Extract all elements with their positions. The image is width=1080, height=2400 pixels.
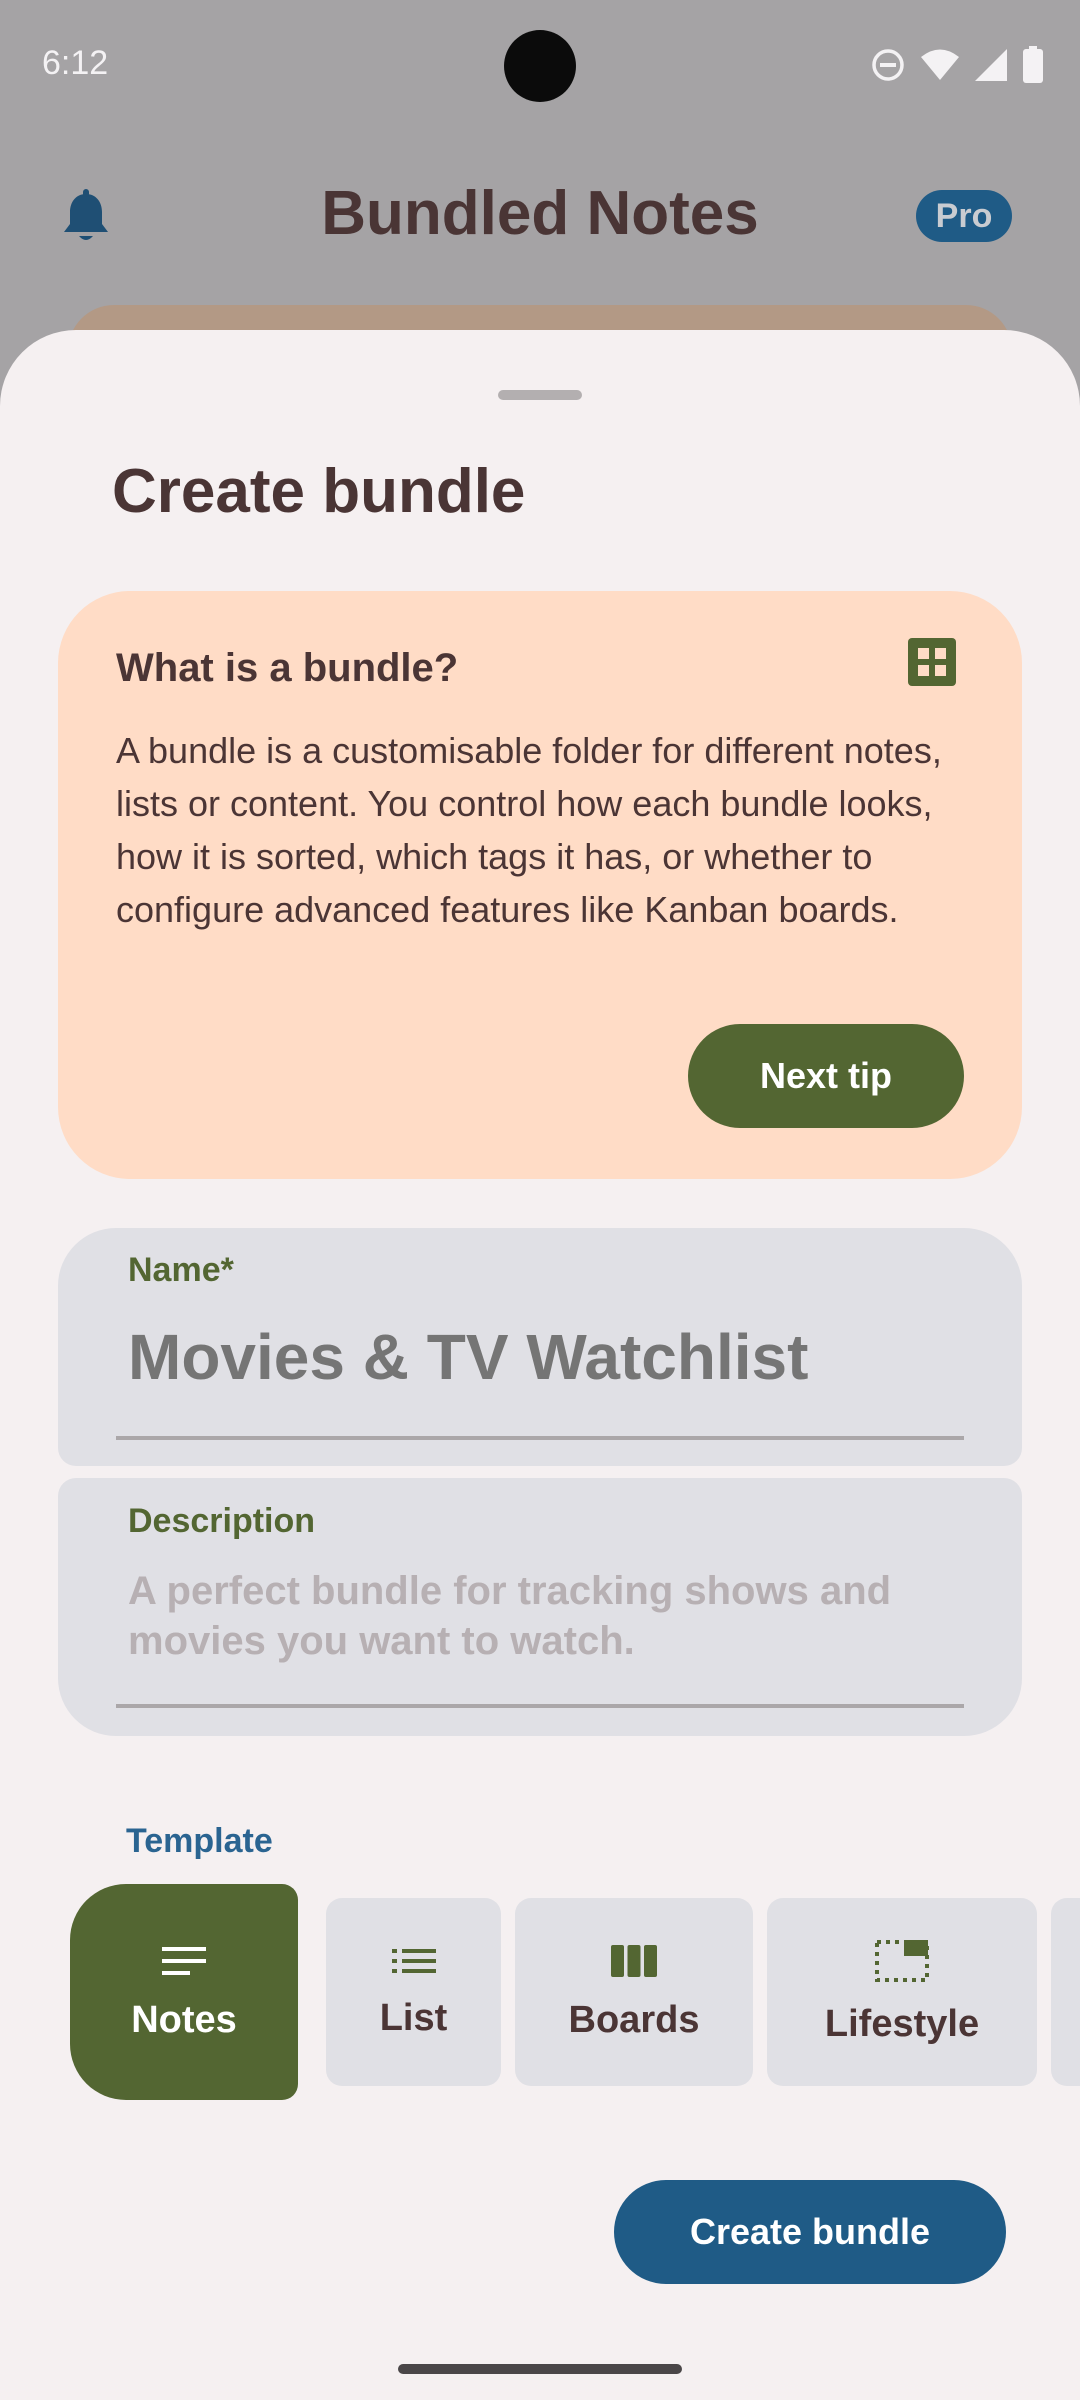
next-tip-button[interactable]: Next tip [688, 1024, 964, 1128]
camera-cutout [504, 30, 576, 102]
notes-icon [162, 1946, 206, 1975]
description-field-label: Description [128, 1502, 316, 1540]
template-option-lifestyle[interactable]: Lifestyle [767, 1898, 1037, 2086]
template-option-label: List [379, 1996, 448, 2039]
pro-badge[interactable]: Pro [916, 190, 1012, 242]
template-option-label: Boards [568, 1998, 700, 2041]
template-option-boards[interactable]: Boards [515, 1898, 753, 2086]
template-option-label: Notes [131, 1998, 237, 2041]
do-not-disturb-icon [872, 49, 904, 81]
sheet-drag-handle[interactable] [498, 390, 582, 400]
name-input[interactable] [120, 1320, 976, 1394]
wifi-icon [921, 49, 959, 80]
template-option-notes[interactable]: Notes [70, 1884, 298, 2100]
boards-icon [611, 1944, 657, 1977]
tip-title: What is a bundle? [116, 646, 459, 690]
gesture-navigation-bar[interactable] [398, 2364, 682, 2374]
sheet-title: Create bundle [112, 457, 526, 526]
name-field-underline [116, 1436, 964, 1440]
template-option-list[interactable]: List [326, 1898, 501, 2086]
grid-icon [908, 638, 956, 686]
template-label: Template [126, 1822, 273, 1860]
signal-icon [975, 49, 1007, 81]
create-bundle-button[interactable]: Create bundle [614, 2180, 1006, 2284]
list-icon [391, 1948, 436, 1973]
name-field-label: Name* [128, 1251, 234, 1289]
description-field-underline [116, 1704, 964, 1708]
template-option-more[interactable] [1051, 1898, 1080, 2086]
status-time: 6:12 [42, 44, 109, 82]
description-placeholder[interactable]: A perfect bundle for tracking shows and … [128, 1566, 968, 1666]
tip-body: A bundle is a customisable folder for di… [116, 730, 942, 930]
template-option-label: Lifestyle [824, 2002, 980, 2045]
battery-icon [1023, 46, 1043, 83]
lifestyle-icon [875, 1939, 929, 1982]
status-icons [870, 46, 1044, 84]
